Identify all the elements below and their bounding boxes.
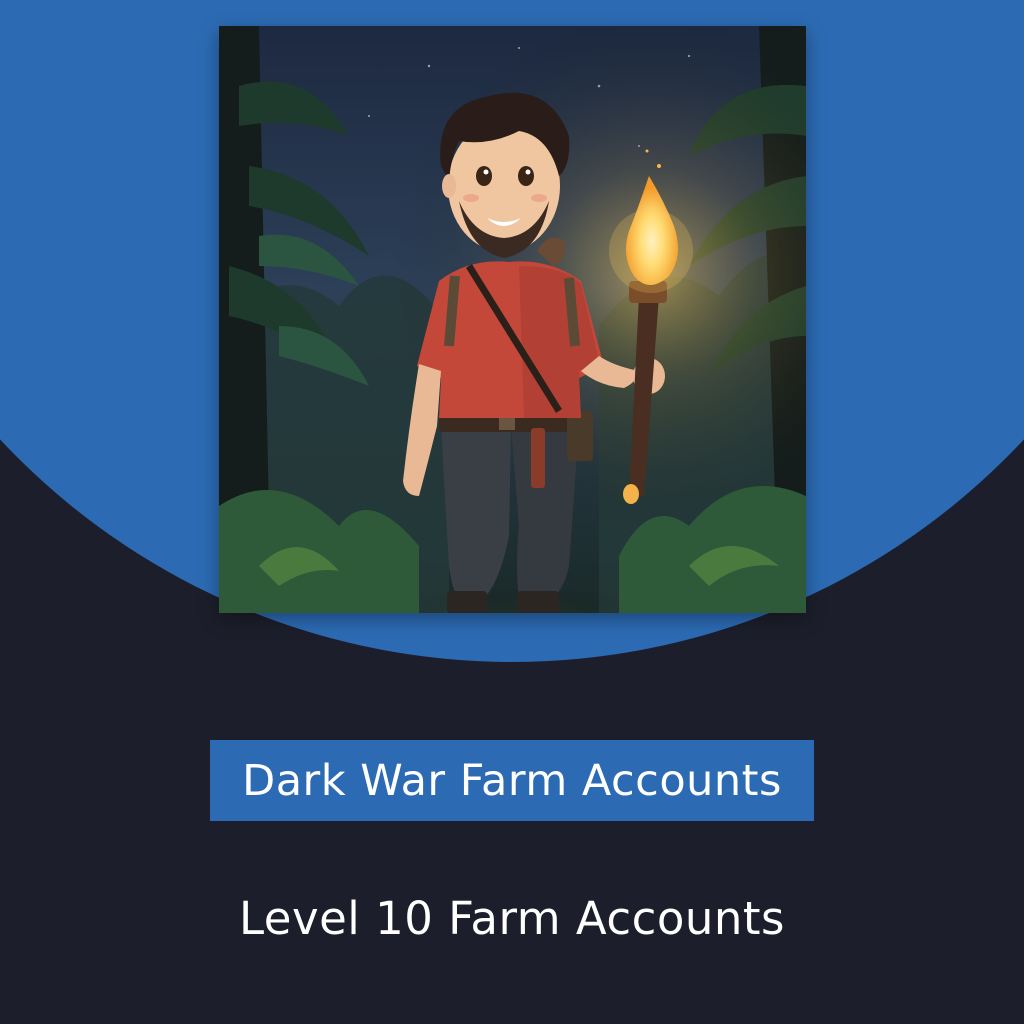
title-banner: Dark War Farm Accounts (210, 740, 814, 821)
product-card: Dark War Farm Accounts Level 10 Farm Acc… (0, 0, 1024, 1024)
explorer-torch-artwork (219, 26, 806, 613)
product-subtitle: Level 10 Farm Accounts (239, 892, 785, 945)
product-title: Dark War Farm Accounts (242, 755, 782, 806)
